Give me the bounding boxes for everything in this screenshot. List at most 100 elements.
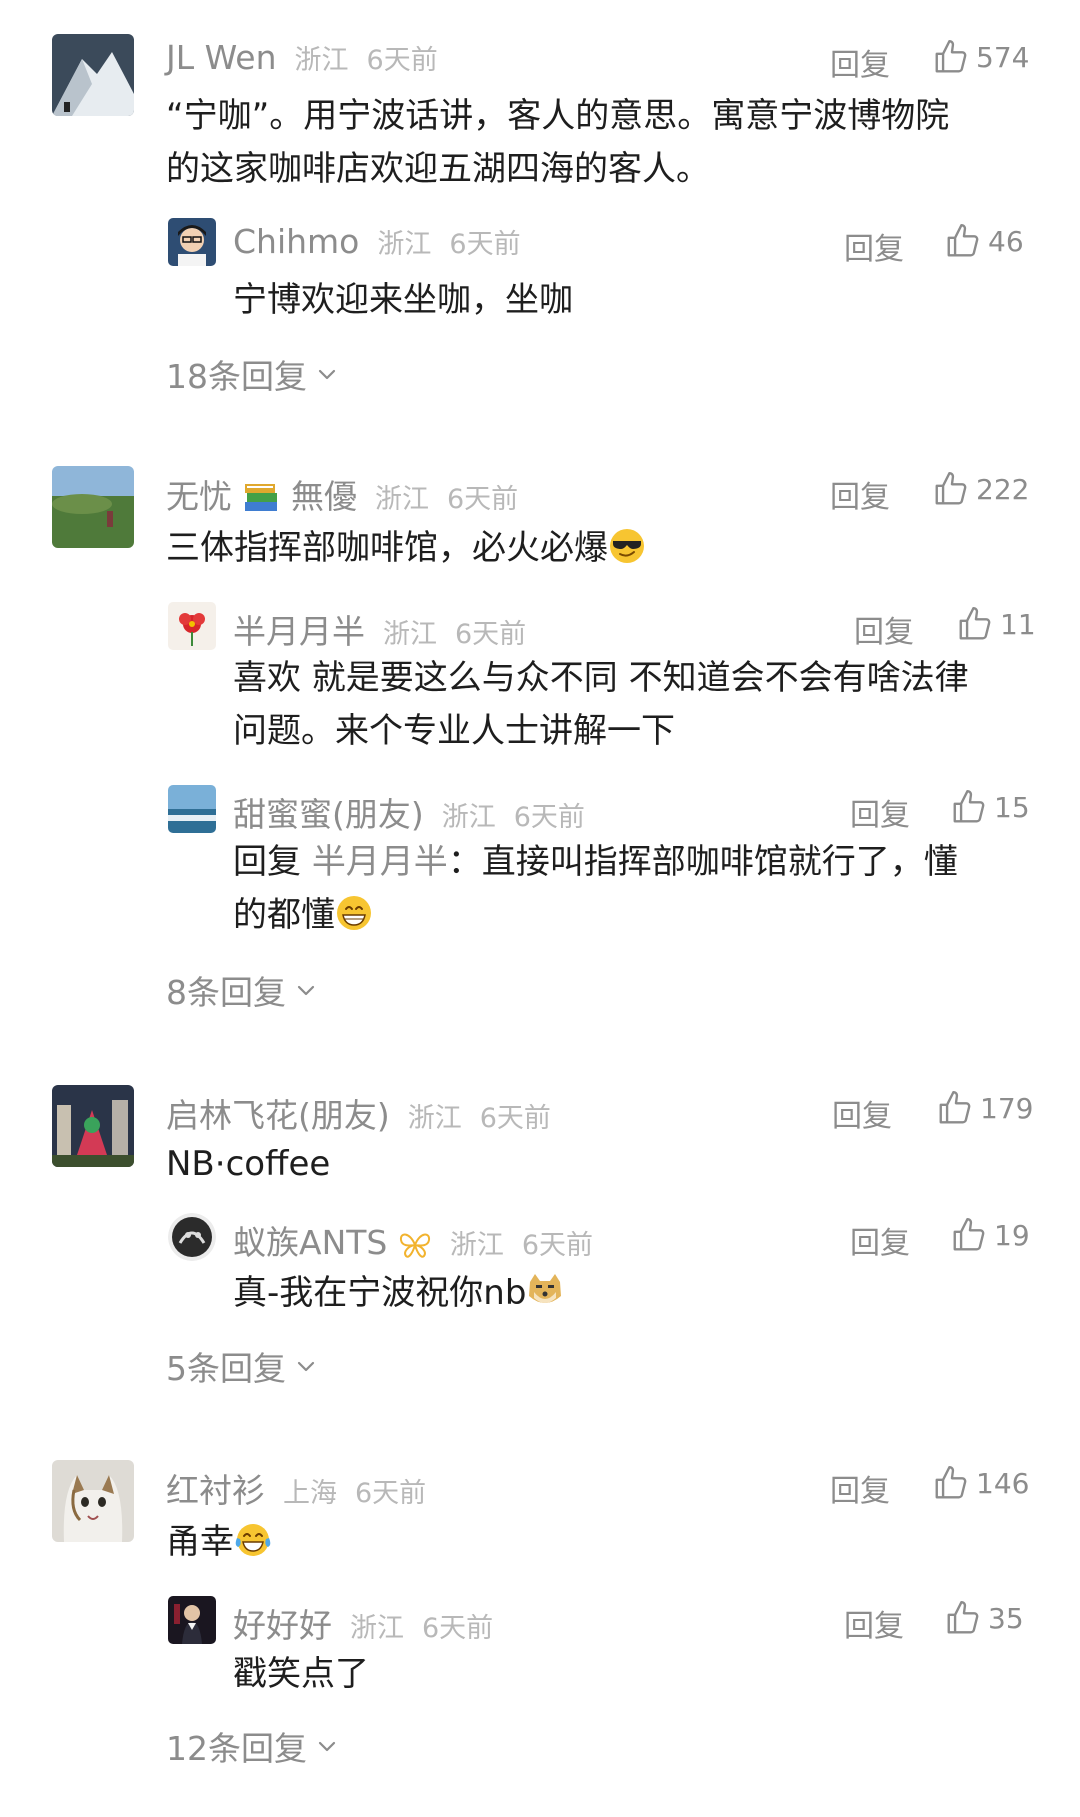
reply-button[interactable]: 回复: [844, 224, 904, 268]
comment-time: 6天前: [366, 45, 438, 76]
reply-region: 浙江: [350, 1613, 404, 1644]
comment-time: 6天前: [355, 1478, 427, 1509]
reply-text: 回复 半月月半：直接叫指挥部咖啡馆就行了，懂 的都懂: [233, 836, 958, 942]
books-icon: [243, 480, 281, 522]
reply-region: 浙江: [441, 802, 496, 833]
view-more-replies[interactable]: 5条回复: [166, 1342, 318, 1390]
view-more-replies[interactable]: 8条回复: [166, 966, 318, 1014]
avatar[interactable]: [168, 1213, 216, 1261]
reply-to-user[interactable]: 半月月半: [312, 842, 448, 882]
reply-button[interactable]: 回复: [830, 40, 890, 84]
comment-text: 三体指挥部咖啡馆，必火必爆: [166, 522, 646, 575]
avatar[interactable]: [52, 1085, 134, 1167]
like-button[interactable]: 574: [932, 38, 1029, 76]
reply-time: 6天前: [449, 229, 521, 260]
tears-of-joy-emoji-icon: [234, 1521, 272, 1559]
reply-button[interactable]: 回复: [854, 607, 914, 651]
reply-author[interactable]: 半月月半: [233, 605, 365, 653]
author-name: 蚁族ANTS: [233, 1223, 388, 1262]
reply-time: 6天前: [422, 1613, 494, 1644]
avatar[interactable]: [168, 218, 216, 266]
more-replies-label: 18条回复: [166, 357, 307, 396]
reply-button[interactable]: 回复: [850, 1218, 910, 1262]
thumbs-up-icon: [944, 1599, 982, 1637]
comment-region: 浙江: [294, 45, 349, 76]
thumbs-up-icon: [936, 1089, 974, 1127]
sunglasses-emoji-icon: [608, 527, 646, 565]
thumbs-up-icon: [944, 222, 982, 260]
comment-region: 上海: [283, 1478, 337, 1509]
more-replies-label: 8条回复: [166, 973, 286, 1012]
reply-author[interactable]: 甜蜜蜜(朋友): [233, 788, 424, 836]
reply-prefix: 回复: [233, 842, 301, 882]
view-more-replies[interactable]: 12条回复: [166, 1722, 339, 1770]
reply-text-line: ：直接叫指挥部咖啡馆就行了，懂: [447, 842, 958, 882]
comment-text-body: 甬幸: [166, 1522, 234, 1562]
comment-time: 6天前: [447, 484, 519, 515]
reply-text-line: 喜欢 就是要这么与众不同 不知道会不会有啥法律: [233, 658, 969, 698]
reply-text: 宁博欢迎来坐咖，坐咖: [233, 280, 573, 320]
like-button[interactable]: 11: [956, 605, 1036, 643]
like-count: 11: [1000, 607, 1036, 641]
avatar[interactable]: [52, 1460, 134, 1542]
more-replies-label: 12条回复: [166, 1729, 307, 1768]
comment-text: NB·coffee: [166, 1144, 331, 1184]
like-count: 574: [976, 40, 1030, 74]
reply-text: 喜欢 就是要这么与众不同 不知道会不会有啥法律 问题。来个专业人士讲解一下: [233, 652, 969, 758]
comment-text-body: 三体指挥部咖啡馆，必火必爆: [166, 528, 608, 568]
comment-author[interactable]: JL Wen: [166, 38, 277, 77]
reply-author[interactable]: 蚁族ANTS: [233, 1216, 432, 1268]
grin-emoji-icon: [335, 894, 373, 932]
chevron-down-icon: [294, 978, 318, 1002]
like-count: 35: [988, 1601, 1024, 1635]
comment-author[interactable]: 无忧 無優: [166, 470, 357, 522]
comment-text: 甬幸: [166, 1516, 272, 1569]
comment-time: 6天前: [479, 1103, 551, 1134]
like-count: 146: [976, 1466, 1030, 1500]
comment-region: 浙江: [375, 484, 429, 515]
avatar[interactable]: [168, 785, 216, 833]
reply-button[interactable]: 回复: [830, 1466, 890, 1510]
reply-author[interactable]: Chihmo: [233, 222, 359, 261]
reply-button[interactable]: 回复: [830, 472, 890, 516]
reply-button[interactable]: 回复: [850, 790, 910, 834]
reply-region: 浙江: [383, 619, 437, 650]
reply-author[interactable]: 好好好: [233, 1599, 332, 1647]
author-name-suffix: 無優: [291, 477, 357, 516]
avatar[interactable]: [168, 1596, 216, 1644]
like-button[interactable]: 46: [944, 222, 1024, 260]
comment-author[interactable]: 红衬衫: [166, 1464, 265, 1512]
chevron-down-icon: [315, 362, 339, 386]
avatar[interactable]: [168, 602, 216, 650]
comment-text: “宁咖”。用宁波话讲，客人的意思。寓意宁波博物院 的这家咖啡店欢迎五湖四海的客人…: [166, 90, 949, 196]
reply-button[interactable]: 回复: [844, 1601, 904, 1645]
thumbs-up-icon: [932, 470, 970, 508]
reply-text-line: 的都懂: [233, 895, 335, 935]
reply-text: 戳笑点了: [233, 1654, 369, 1694]
like-button[interactable]: 222: [932, 470, 1029, 508]
like-button[interactable]: 35: [944, 1599, 1024, 1637]
chevron-down-icon: [315, 1734, 339, 1758]
comment-author[interactable]: 启林飞花(朋友): [166, 1089, 390, 1137]
like-count: 15: [994, 790, 1030, 824]
like-button[interactable]: 19: [950, 1216, 1030, 1254]
comment-text-line: “宁咖”。用宁波话讲，客人的意思。寓意宁波博物院: [166, 96, 950, 136]
like-button[interactable]: 15: [950, 788, 1030, 826]
like-count: 222: [976, 472, 1030, 506]
comment-text-line: 的这家咖啡店欢迎五湖四海的客人。: [166, 149, 710, 189]
reply-text-line: 问题。来个专业人士讲解一下: [233, 711, 675, 751]
avatar[interactable]: [52, 34, 134, 116]
view-more-replies[interactable]: 18条回复: [166, 350, 339, 398]
reply-time: 6天前: [521, 1230, 594, 1261]
avatar[interactable]: [52, 466, 134, 548]
like-count: 179: [980, 1091, 1034, 1125]
like-button[interactable]: 146: [932, 1464, 1029, 1502]
reply-region: 浙江: [449, 1230, 504, 1261]
reply-button[interactable]: 回复: [832, 1091, 892, 1135]
doge-emoji-icon: [526, 1272, 564, 1310]
author-name: 无忧: [166, 477, 232, 516]
thumbs-up-icon: [932, 38, 970, 76]
like-button[interactable]: 179: [936, 1089, 1033, 1127]
like-count: 46: [988, 224, 1024, 258]
reply-time: 6天前: [513, 802, 585, 833]
